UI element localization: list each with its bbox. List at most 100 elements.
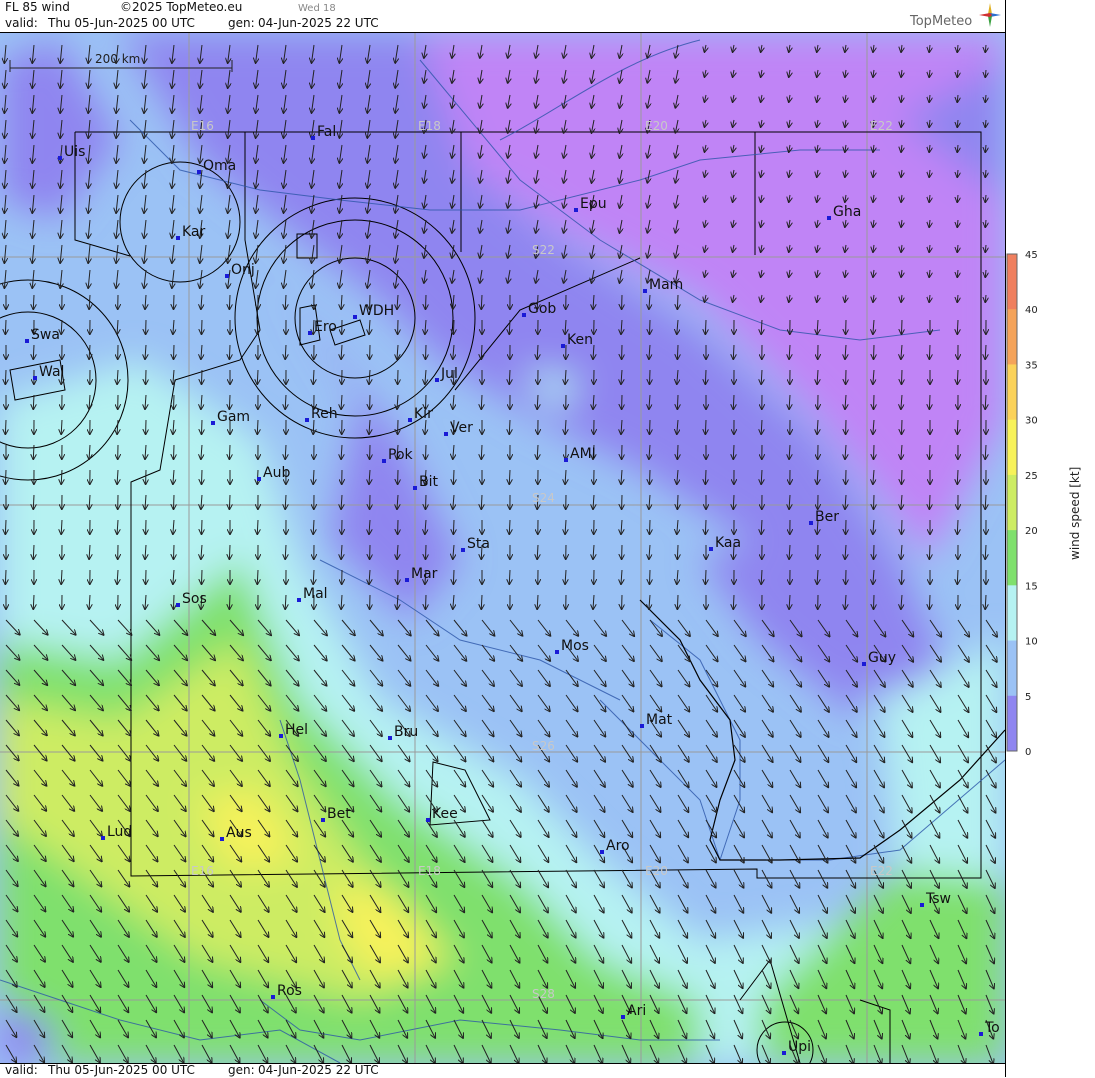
- wind-arrow: [426, 545, 427, 559]
- wind-map: E16 E18 E20 E22 E16 E18 E20 E22 S22 S24 …: [0, 33, 1005, 1063]
- colorbar-tick-label: 0: [1025, 747, 1031, 755]
- place-dot: [382, 459, 386, 463]
- colorbar-tick-label: 45: [1025, 250, 1038, 261]
- lon-label: E16: [191, 864, 214, 878]
- wind-arrow: [174, 545, 175, 559]
- place-dot: [413, 486, 417, 490]
- wind-arrow: [650, 320, 651, 334]
- wind-arrow: [202, 470, 203, 484]
- place-dot: [600, 850, 604, 854]
- wind-arrow: [174, 295, 175, 309]
- wind-arrow: [426, 595, 427, 609]
- place-dot: [388, 736, 392, 740]
- place-dot: [979, 1032, 983, 1036]
- place-dot: [176, 603, 180, 607]
- place-label: Ero: [314, 319, 337, 335]
- place-label: Ros: [277, 983, 302, 999]
- colorbar-tick-label: 20: [1025, 526, 1038, 537]
- lat-label: S24: [532, 491, 555, 505]
- place-dot: [225, 274, 229, 278]
- wind-arrow: [957, 220, 958, 227]
- place-label: Aus: [226, 825, 252, 841]
- wind-arrow: [677, 495, 678, 509]
- wind-arrow: [257, 420, 258, 434]
- place-dot: [809, 521, 813, 525]
- place-label: Ber: [815, 509, 839, 525]
- place-label: Pok: [388, 447, 414, 463]
- wind-arrow: [985, 95, 986, 102]
- place-label: Gha: [833, 204, 861, 220]
- wind-arrow: [902, 470, 903, 484]
- place-label: Mat: [646, 712, 673, 728]
- wind-arrow: [985, 245, 986, 252]
- place-dot: [555, 650, 559, 654]
- wind-arrow: [257, 370, 258, 384]
- place-dot: [435, 378, 439, 382]
- wind-arrow: [957, 120, 958, 127]
- wind-arrow: [229, 595, 230, 609]
- lon-label: E22: [870, 864, 893, 878]
- wind-arrow: [174, 395, 175, 409]
- wind-arrow: [957, 570, 958, 584]
- colorbar-tick-label: 40: [1025, 305, 1038, 316]
- wind-arrow: [985, 270, 986, 277]
- place-dot: [920, 903, 924, 907]
- wind-arrow: [733, 595, 734, 609]
- wind-arrow: [202, 370, 203, 384]
- wind-arrow: [957, 195, 958, 202]
- place-dot: [25, 339, 29, 343]
- colorbar-segment: [1007, 309, 1017, 365]
- wind-arrow: [453, 570, 454, 584]
- wind-arrow: [929, 495, 930, 509]
- wind-arrow: [874, 445, 875, 459]
- wind-arrow: [174, 445, 175, 459]
- colorbar-segment: [1007, 641, 1017, 697]
- wind-arrow: [985, 195, 986, 202]
- footer-valid-time: Thu 05-Jun-2025 00 UTC: [48, 1063, 195, 1077]
- colorbar-segment: [1007, 585, 1017, 641]
- place-label: Bit: [419, 474, 438, 490]
- place-label: Onj: [231, 262, 255, 278]
- header-bar: FL 85 wind ©2025 TopMeteo.eu valid: Thu …: [0, 0, 1005, 33]
- wind-arrow: [202, 570, 203, 584]
- valid-time: Thu 05-Jun-2025 00 UTC: [48, 16, 195, 30]
- wind-arrow: [985, 70, 986, 77]
- copyright: ©2025 TopMeteo.eu: [120, 0, 242, 14]
- place-label: Aub: [263, 465, 290, 481]
- place-label: Ver: [450, 420, 473, 436]
- place-label: AMI: [570, 446, 596, 462]
- wind-arrow: [174, 345, 175, 359]
- wind-arrow: [509, 470, 510, 484]
- wind-arrow: [902, 320, 903, 334]
- colorbar-segment: [1007, 420, 1017, 476]
- wind-arrow: [677, 445, 678, 459]
- wind-arrow: [5, 370, 6, 384]
- wind-arrow: [929, 345, 930, 359]
- wind-arrow: [985, 145, 986, 152]
- topmeteo-logo: TopMeteo: [910, 14, 972, 29]
- wind-arrow: [705, 320, 706, 334]
- place-label: Sta: [467, 536, 490, 552]
- place-label: Uis: [64, 144, 85, 160]
- scale-bar-label: 200 km: [95, 52, 140, 66]
- place-dot: [444, 432, 448, 436]
- wind-arrow: [985, 45, 986, 52]
- wind-arrow: [426, 495, 427, 509]
- lon-label: E16: [191, 119, 214, 133]
- wind-arrow: [509, 520, 510, 534]
- wind-arrow: [481, 395, 482, 409]
- wind-arrow: [481, 295, 482, 309]
- wind-arrow: [5, 420, 6, 434]
- wind-arrow: [929, 545, 930, 559]
- lon-label: E18: [418, 864, 441, 878]
- place-label: Hel: [285, 722, 308, 738]
- colorbar-tick-label: 10: [1025, 637, 1038, 648]
- place-dot: [271, 995, 275, 999]
- wind-arrow: [229, 445, 230, 459]
- wind-arrow: [650, 370, 651, 384]
- place-label: Jul: [440, 366, 458, 382]
- wind-arrow: [257, 320, 258, 334]
- wind-arrow: [650, 470, 651, 484]
- place-label: Kar: [182, 224, 206, 240]
- footer-gen-time: 04-Jun-2025 22 UTC: [258, 1063, 379, 1077]
